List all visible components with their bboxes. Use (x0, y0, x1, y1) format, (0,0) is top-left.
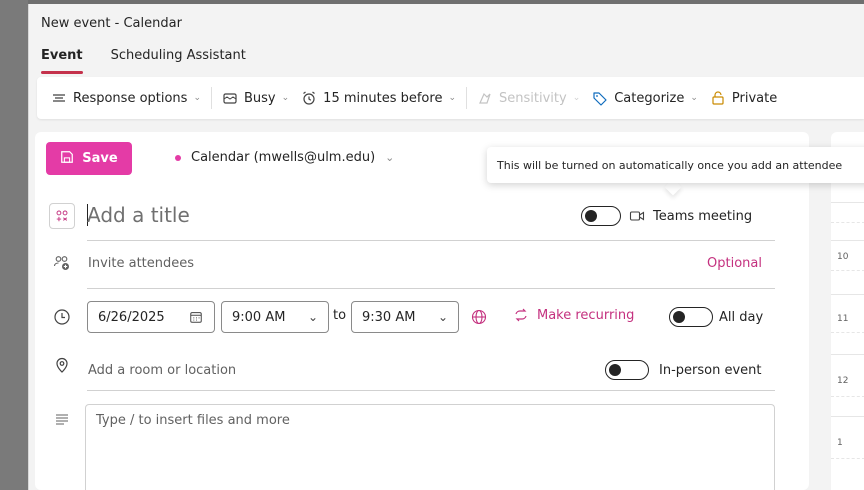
save-icon (60, 150, 74, 168)
response-options-button[interactable]: Response options ⌄ (45, 84, 207, 112)
location-pin-icon (51, 354, 73, 376)
half-hour-line (831, 332, 864, 333)
calendar-icon (188, 309, 204, 325)
teams-meeting-toggle-row: Teams meeting (581, 206, 752, 226)
half-hour-line (831, 222, 864, 223)
video-camera-icon (629, 208, 645, 224)
hour-line (831, 416, 864, 417)
make-recurring-label: Make recurring (537, 307, 635, 323)
toolbar-divider (466, 87, 467, 109)
chevron-down-icon: ⌄ (307, 310, 318, 324)
hour-label: 1 (837, 438, 843, 448)
chevron-down-icon: ⌄ (572, 93, 581, 103)
date-picker[interactable]: 6/26/2025 (87, 301, 215, 333)
start-time-select[interactable]: 9:00 AM ⌄ (221, 301, 329, 333)
tag-icon (592, 90, 608, 106)
chevron-down-icon: ⌄ (690, 93, 698, 103)
hour-label: 12 (837, 376, 849, 386)
teams-meeting-label: Teams meeting (653, 208, 753, 224)
busy-label: Busy (244, 90, 276, 106)
add-people-icon (51, 252, 73, 274)
sensitivity-icon (477, 90, 493, 106)
busy-status-icon (222, 90, 238, 106)
repeat-icon (513, 307, 529, 323)
alarm-clock-icon (301, 90, 317, 106)
day-view-panel: 10 11 12 1 (831, 132, 864, 490)
tab-event[interactable]: Event (41, 42, 83, 74)
tab-scheduling-assistant[interactable]: Scheduling Assistant (111, 42, 246, 72)
in-person-toggle[interactable] (605, 360, 649, 380)
calendar-picker[interactable]: Calendar (mwells@ulm.edu) ⌄ (175, 150, 394, 165)
hour-line (831, 294, 864, 295)
all-day-label: All day (719, 309, 764, 325)
hour-label: 10 (837, 252, 849, 262)
clock-icon (51, 306, 73, 328)
categorize-label: Categorize (614, 90, 685, 106)
sensitivity-button[interactable]: Sensitivity ⌄ (471, 84, 586, 112)
end-time-select[interactable]: 9:30 AM ⌄ (351, 301, 459, 333)
to-label: to (333, 308, 347, 323)
new-event-window: New event - Calendar Event Scheduling As… (28, 4, 864, 490)
sensitivity-label: Sensitivity (499, 90, 567, 106)
teams-meeting-toggle[interactable] (581, 206, 621, 226)
hour-label: 11 (837, 314, 849, 324)
busy-button[interactable]: Busy ⌄ (216, 84, 295, 112)
background-window (0, 0, 28, 490)
text-lines-icon (51, 408, 73, 430)
toolbar-divider (211, 87, 212, 109)
event-form-panel: Save Calendar (mwells@ulm.edu) ⌄ Teams m… (35, 132, 809, 490)
invite-attendees-input[interactable] (88, 252, 488, 274)
all-day-toggle[interactable] (669, 307, 713, 327)
private-button[interactable]: Private (704, 84, 783, 112)
private-label: Private (731, 90, 778, 106)
date-value: 6/26/2025 (98, 309, 165, 325)
title-input[interactable] (87, 200, 527, 230)
window-title: New event - Calendar (29, 4, 864, 42)
chevron-down-icon: ⌄ (193, 93, 201, 103)
chevron-down-icon: ⌄ (385, 151, 395, 164)
optional-attendees-link[interactable]: Optional (707, 256, 762, 271)
all-day-toggle-row: All day (669, 307, 763, 327)
divider (87, 240, 775, 241)
tab-bar: Event Scheduling Assistant (29, 42, 864, 74)
divider (87, 288, 775, 289)
teams-tooltip: This will be turned on automatically onc… (487, 147, 864, 183)
categorize-button[interactable]: Categorize ⌄ (586, 84, 704, 112)
half-hour-line (831, 396, 864, 397)
toolbar: Response options ⌄ Busy ⌄ 15 minutes bef… (37, 77, 864, 119)
chevron-down-icon: ⌄ (281, 93, 290, 103)
body-placeholder: Type / to insert files and more (96, 413, 290, 428)
divider (87, 390, 775, 391)
lock-icon (710, 90, 726, 106)
reminder-button[interactable]: 15 minutes before ⌄ (295, 84, 462, 112)
reminder-label: 15 minutes before (323, 90, 443, 106)
in-person-label: In-person event (659, 362, 762, 378)
calendar-color-dot (175, 154, 181, 161)
event-body-editor[interactable]: Type / to insert files and more (85, 404, 775, 490)
chevron-down-icon: ⌄ (448, 93, 456, 103)
calendar-name: Calendar (mwells@ulm.edu) (191, 150, 376, 165)
response-options-label: Response options (73, 90, 188, 106)
save-button[interactable]: Save (46, 142, 132, 175)
globe-icon[interactable] (471, 309, 487, 325)
chevron-down-icon: ⌄ (437, 310, 448, 324)
hour-line (831, 354, 864, 355)
hour-line (831, 240, 864, 241)
end-time-value: 9:30 AM (362, 309, 416, 325)
start-time-value: 9:00 AM (232, 309, 286, 325)
half-hour-line (831, 458, 864, 459)
hour-line (831, 202, 864, 203)
in-person-toggle-row: In-person event (605, 360, 761, 380)
make-recurring-button[interactable]: Make recurring (513, 307, 634, 323)
save-label: Save (82, 151, 118, 166)
location-input[interactable] (88, 359, 488, 381)
half-hour-line (831, 270, 864, 271)
event-type-icon[interactable] (49, 203, 75, 229)
response-options-icon (51, 90, 67, 106)
